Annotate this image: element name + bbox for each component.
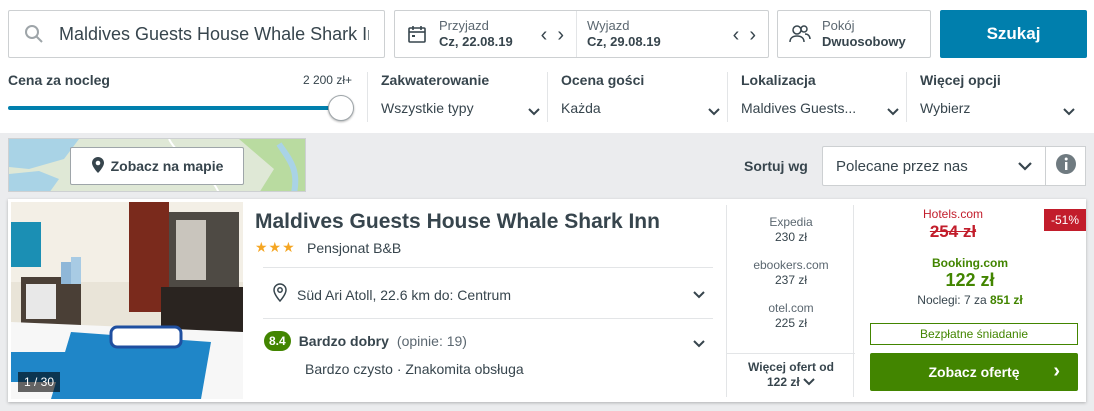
guests-icon	[778, 24, 822, 44]
guest-rating-row[interactable]: 8.4 Bardzo dobry (opinie: 19)	[264, 331, 467, 351]
chevron-down-icon	[707, 104, 721, 122]
room-selector[interactable]: Pokój Dwuosobowy	[777, 10, 931, 58]
view-deal-button[interactable]: Zobacz ofertę ›	[870, 353, 1078, 391]
filter-more-options[interactable]: Więcej opcji Wybierz	[906, 72, 1082, 122]
rating-word: Bardzo dobry	[298, 333, 389, 349]
stay-total-prefix: Noclegi: 7 za	[917, 293, 987, 307]
room-value: Dwuosobowy	[822, 34, 906, 49]
date-picker: Przyjazd Cz, 22.08.19 ‹ › Wyjazd Cz, 29.…	[394, 10, 769, 58]
sort-info-button[interactable]	[1046, 146, 1086, 186]
best-offer: Hotels.com 254 zł Booking.com 122 zł Noc…	[861, 205, 1079, 397]
star-rating-icon: ★★★	[255, 239, 296, 255]
checkin-value: Cz, 22.08.19	[439, 34, 513, 49]
stay-total: Noclegi: 7 za 851 zł	[861, 293, 1079, 307]
offer-item[interactable]: otel.com 225 zł	[727, 301, 855, 331]
hotel-photo[interactable]: 1 / 30	[11, 202, 243, 399]
search-header: Maldives Guests House Whale Shark Ir Prz…	[0, 0, 1094, 133]
chevron-down-icon[interactable]	[692, 336, 706, 354]
price-slider-track[interactable]	[8, 106, 342, 110]
sort-select[interactable]: Polecane przez nas	[822, 146, 1046, 186]
chevron-down-icon	[803, 375, 815, 389]
checkout-field[interactable]: Wyjazd Cz, 29.08.19 ‹ ›	[576, 11, 768, 57]
search-button[interactable]: Szukaj	[940, 10, 1087, 58]
offer-item[interactable]: Expedia 230 zł	[727, 215, 855, 245]
hotel-result-card: 1 / 30 Maldives Guests House Whale Shark…	[8, 199, 1086, 402]
filter-label: Ocena gości	[561, 72, 645, 88]
photo-counter: 1 / 30	[18, 372, 61, 392]
filter-guest-rating[interactable]: Ocena gości Każda	[547, 72, 727, 122]
hotel-name[interactable]: Maldives Guests House Whale Shark Inn	[255, 210, 660, 234]
location-row[interactable]: Süd Ari Atoll, 22.6 km do: Centrum	[273, 283, 511, 306]
chevron-down-icon	[1017, 159, 1033, 176]
offer-price: 230 zł	[774, 230, 808, 244]
more-offers-button[interactable]: Więcej ofert od 122 zł	[727, 353, 855, 390]
filter-label: Więcej opcji	[920, 72, 1001, 88]
destination-value[interactable]: Maldives Guests House Whale Shark Ir	[59, 24, 369, 45]
offer-provider: otel.com	[768, 301, 814, 315]
price-filter: Cena za nocleg 2 200 zł+	[8, 72, 354, 121]
more-offers-price: 122 zł	[766, 375, 800, 389]
view-deal-label: Zobacz ofertę	[928, 364, 1020, 380]
price-slider-handle[interactable]	[328, 95, 354, 121]
discount-badge: -51%	[1044, 209, 1086, 231]
more-offers-label: Więcej ofert od	[748, 360, 834, 374]
view-on-map-button[interactable]: Zobacz na mapie	[70, 147, 244, 185]
filter-accommodation[interactable]: Zakwaterowanie Wszystkie typy	[367, 72, 547, 122]
reference-price: 254 zł	[929, 222, 977, 241]
chevron-right-icon: ›	[1053, 360, 1060, 382]
best-price: 122 zł	[945, 270, 995, 290]
filter-value: Maldives Guests...	[741, 100, 857, 116]
rating-count: (opinie: 19)	[396, 333, 467, 349]
offer-price: 237 zł	[774, 273, 808, 287]
offer-price: 225 zł	[774, 316, 808, 330]
checkout-label: Wyjazd	[587, 18, 630, 33]
chevron-down-icon[interactable]	[692, 287, 706, 305]
free-breakfast-badge: Bezpłatne śniadanie	[870, 323, 1078, 345]
room-label: Pokój	[822, 18, 855, 33]
location-text: Süd Ari Atoll, 22.6 km do: Centrum	[297, 286, 511, 303]
accommodation-type: Pensjonat B&B	[307, 240, 402, 256]
checkin-next-day-icon[interactable]: ›	[557, 25, 564, 45]
divider	[263, 267, 713, 268]
offer-provider: Expedia	[769, 215, 813, 229]
checkout-prev-day-icon[interactable]: ‹	[733, 25, 740, 45]
review-highlights: Bardzo czysto · Znakomita obsługa	[305, 361, 524, 377]
checkout-next-day-icon[interactable]: ›	[749, 25, 756, 45]
filter-label: Lokalizacja	[741, 72, 816, 88]
chevron-down-icon	[886, 104, 900, 122]
filter-value: Wszystkie typy	[381, 100, 474, 116]
view-on-map-label: Zobacz na mapie	[110, 158, 224, 174]
map-pin-icon	[273, 283, 287, 306]
calendar-icon	[395, 24, 439, 44]
price-max-value: 2 200 zł+	[302, 73, 352, 87]
filter-value: Każda	[561, 100, 601, 116]
best-provider: Booking.com	[931, 256, 1008, 270]
checkin-label: Przyjazd	[439, 18, 489, 33]
checkout-value: Cz, 29.08.19	[587, 34, 661, 49]
other-offers: Expedia 230 zł ebookers.com 237 zł otel.…	[726, 205, 855, 397]
filter-value: Wybierz	[920, 100, 971, 116]
stay-total-price: 851 zł	[990, 293, 1023, 307]
info-icon	[1055, 153, 1077, 180]
sort-value: Polecane przez nas	[836, 157, 968, 175]
rating-score-badge: 8.4	[264, 331, 291, 351]
filter-label: Zakwaterowanie	[381, 72, 490, 88]
divider	[263, 318, 713, 319]
offer-provider: ebookers.com	[753, 258, 829, 272]
price-filter-label: Cena za nocleg	[8, 72, 110, 88]
chevron-down-icon	[527, 104, 541, 122]
reference-provider: Hotels.com	[922, 207, 984, 221]
sort-label: Sortuj wg	[744, 158, 808, 174]
search-icon	[9, 24, 59, 44]
checkin-prev-day-icon[interactable]: ‹	[541, 25, 548, 45]
map-pin-icon	[91, 156, 105, 177]
offer-item[interactable]: ebookers.com 237 zł	[727, 258, 855, 288]
checkin-field[interactable]: Przyjazd Cz, 22.08.19 ‹ ›	[395, 11, 576, 57]
filter-location[interactable]: Lokalizacja Maldives Guests...	[727, 72, 906, 122]
destination-search-input[interactable]: Maldives Guests House Whale Shark Ir	[8, 10, 385, 58]
chevron-down-icon	[1062, 104, 1076, 122]
